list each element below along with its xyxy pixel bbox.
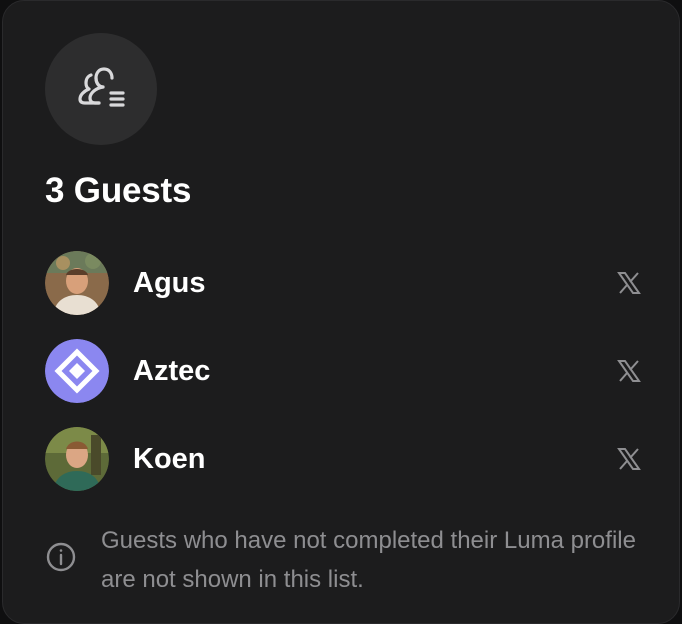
guest-name: Aztec	[133, 354, 211, 387]
info-icon	[45, 541, 77, 573]
x-twitter-icon[interactable]	[615, 269, 643, 297]
x-twitter-icon[interactable]	[615, 445, 643, 473]
guest-list-icon	[45, 33, 157, 145]
guest-row-koen[interactable]: Koen	[45, 427, 643, 491]
guest-row-aztec[interactable]: Aztec	[45, 339, 643, 403]
footer-text: Guests who have not completed their Luma…	[101, 527, 636, 593]
x-twitter-icon[interactable]	[615, 357, 643, 385]
guest-avatar	[45, 251, 109, 315]
guest-name: Agus	[133, 266, 206, 299]
guests-dialog: 3 Guests Agus Aztec Koen Guests who have…	[2, 0, 680, 624]
footer-note: Guests who have not completed their Luma…	[45, 521, 645, 599]
guest-name: Koen	[133, 442, 206, 475]
aztec-logo-avatar	[45, 339, 109, 403]
dialog-title: 3 Guests	[45, 171, 192, 210]
guest-row-agus[interactable]: Agus	[45, 251, 643, 315]
guest-avatar	[45, 427, 109, 491]
